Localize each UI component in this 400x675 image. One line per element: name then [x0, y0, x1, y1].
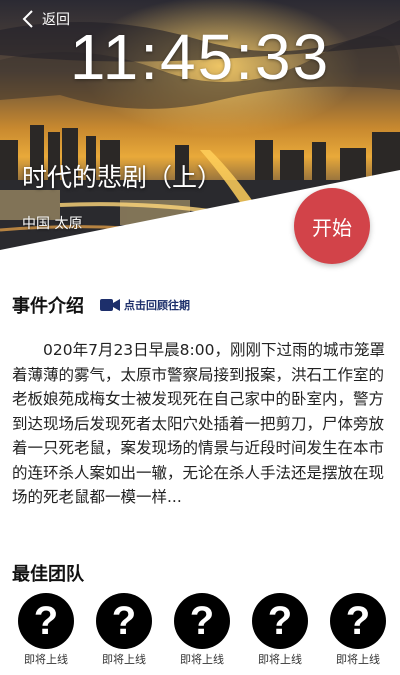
- video-camera-icon: [100, 299, 120, 311]
- intro-text: 020年7月23日早晨8:00，刚刚下过雨的城市笼罩着薄薄的雾气，太原市警察局接…: [12, 341, 385, 506]
- team-member-caption: 即将上线: [258, 653, 302, 666]
- question-mark-icon: ?: [252, 593, 308, 649]
- question-mark-icon: ?: [330, 593, 386, 649]
- team-member[interactable]: ? 即将上线: [17, 593, 75, 667]
- start-button[interactable]: 开始: [294, 188, 370, 264]
- team-member[interactable]: ? 即将上线: [173, 593, 231, 667]
- team-member[interactable]: ? 即将上线: [251, 593, 309, 667]
- question-mark-icon: ?: [174, 593, 230, 649]
- question-mark-icon: ?: [96, 593, 152, 649]
- team-list: ? 即将上线 ? 即将上线 ? 即将上线 ? 即将上线 ? 即将上线: [0, 593, 400, 673]
- question-mark-icon: ?: [18, 593, 74, 649]
- team-member[interactable]: ? 即将上线: [95, 593, 153, 667]
- team-member-caption: 即将上线: [336, 653, 380, 666]
- team-member-caption: 即将上线: [102, 653, 146, 666]
- review-past-label: 点击回顾往期: [124, 299, 190, 312]
- team-member[interactable]: ? 即将上线: [329, 593, 387, 667]
- countdown-clock: 11:45:33: [69, 21, 331, 93]
- intro-header: 事件介绍 点击回顾往期: [12, 292, 190, 318]
- intro-heading: 事件介绍: [12, 296, 84, 317]
- review-past-link[interactable]: 点击回顾往期: [100, 297, 190, 313]
- team-member-caption: 即将上线: [180, 653, 224, 666]
- team-heading: 最佳团队: [12, 564, 84, 585]
- team-member-caption: 即将上线: [24, 653, 68, 666]
- case-title: 时代的悲剧（上）: [22, 163, 223, 192]
- case-location: 中国 太原: [22, 216, 83, 232]
